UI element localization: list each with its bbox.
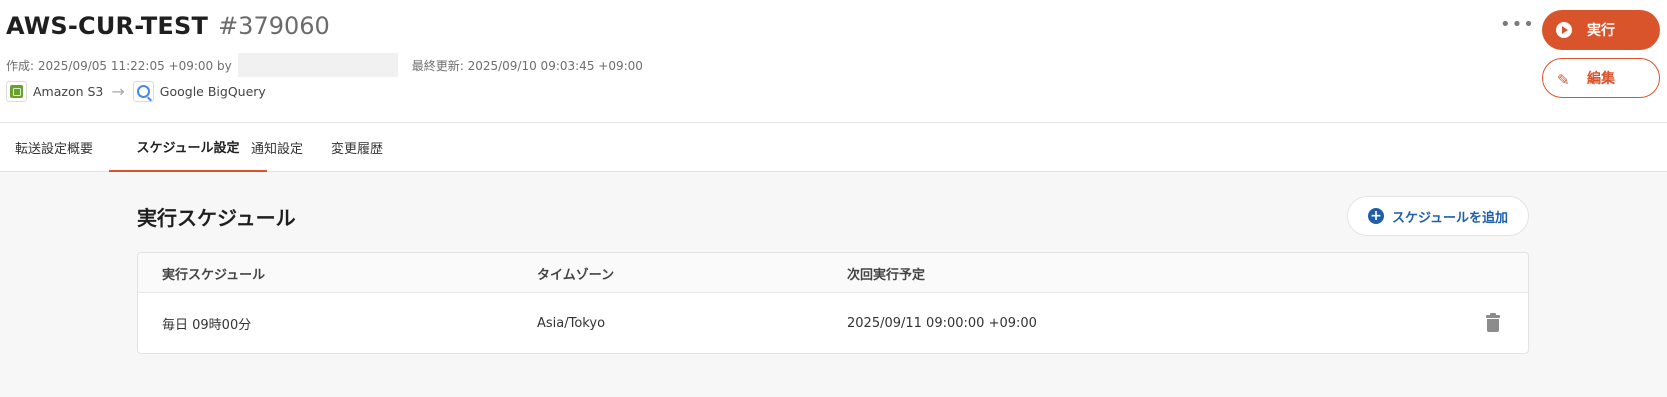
cell-next-run: 2025/09/11 09:00:00 +09:00 <box>847 316 1037 331</box>
edit-button[interactable]: ✎ 編集 <box>1542 58 1660 98</box>
arrow-right-icon: → <box>111 82 125 101</box>
column-header-next-run: 次回実行予定 <box>847 267 926 283</box>
run-button[interactable]: 実行 <box>1542 10 1660 50</box>
tab-transfer-overview[interactable]: 転送設定概要 <box>6 123 102 172</box>
add-schedule-label: スケジュールを追加 <box>1391 210 1509 226</box>
created-info: 作成: 2025/09/05 11:22:05 +09:00 by <box>6 58 232 73</box>
table-header: 実行スケジュール タイムゾーン 次回実行予定 <box>138 253 1528 293</box>
job-title: AWS-CUR-TEST <box>6 12 209 40</box>
cell-schedule: 毎日 09時00分 <box>162 318 252 333</box>
tab-notification-settings[interactable]: 通知設定 <box>244 123 310 172</box>
schedule-table: 実行スケジュール タイムゾーン 次回実行予定 毎日 09時00分 Asia/To… <box>137 252 1529 354</box>
cell-timezone: Asia/Tokyo <box>537 316 606 331</box>
more-options-icon[interactable]: ••• <box>1500 14 1535 35</box>
trash-icon[interactable] <box>1486 313 1500 332</box>
tab-bar: 転送設定概要 スケジュール設定 通知設定 変更履歴 <box>0 123 1667 172</box>
section-title: 実行スケジュール <box>137 206 296 230</box>
destination-label: Google BigQuery <box>159 84 266 99</box>
edit-label: 編集 <box>1587 71 1615 87</box>
connector-row: Amazon S3 → Google BigQuery <box>6 81 266 102</box>
play-icon <box>1556 22 1572 38</box>
plus-circle-icon: + <box>1367 208 1384 224</box>
redacted-user <box>237 53 398 77</box>
google-bigquery-icon <box>132 81 154 102</box>
source-label: Amazon S3 <box>33 84 104 99</box>
column-header-schedule: 実行スケジュール <box>162 267 266 283</box>
updated-info: 最終更新: 2025/09/10 09:03:45 +09:00 <box>411 58 643 73</box>
run-label: 実行 <box>1587 23 1615 39</box>
meta-row: 作成: 2025/09/05 11:22:05 +09:00 by 最終更新: … <box>6 53 643 77</box>
amazon-s3-icon <box>6 81 27 102</box>
job-id: #379060 <box>218 12 330 40</box>
tab-change-history[interactable]: 変更履歴 <box>324 123 390 172</box>
pencil-icon: ✎ <box>1557 71 1570 89</box>
title-row: AWS-CUR-TEST #379060 <box>6 12 330 40</box>
job-header: AWS-CUR-TEST #379060 作成: 2025/09/05 11:2… <box>0 0 1667 123</box>
table-row: 毎日 09時00分 Asia/Tokyo 2025/09/11 09:00:00… <box>138 293 1528 354</box>
column-header-timezone: タイムゾーン <box>537 267 615 283</box>
add-schedule-button[interactable]: + スケジュールを追加 <box>1347 196 1529 236</box>
